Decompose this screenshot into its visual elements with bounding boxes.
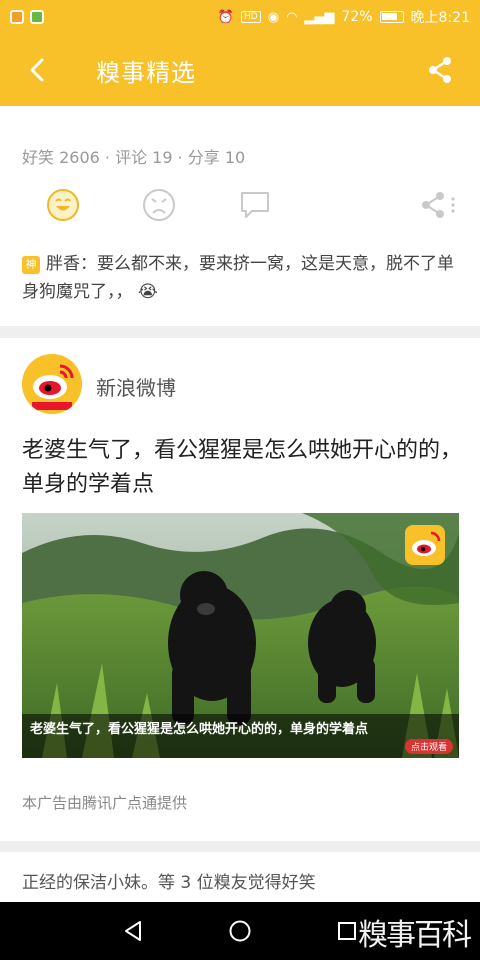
ad-provider-note: 本广告由腾讯广点通提供 bbox=[22, 794, 188, 812]
ad-watch-button[interactable]: 点击观看 bbox=[404, 739, 453, 754]
back-button[interactable] bbox=[0, 34, 76, 106]
qiushibaike-watermark: 糗事百科 bbox=[358, 918, 472, 953]
share-button[interactable] bbox=[400, 34, 480, 106]
comment-icon bbox=[241, 192, 269, 218]
hd-icon: HD bbox=[241, 11, 261, 23]
home-circle-icon bbox=[229, 920, 251, 942]
next-post-text: 正经的保洁小妹。等 3 位糗友觉得好笑 bbox=[22, 873, 316, 893]
app-bar: 糗事精选 bbox=[0, 34, 480, 106]
ad-source-name[interactable]: 新浪微博 bbox=[96, 372, 176, 401]
next-post-card[interactable]: 正经的保洁小妹。等 3 位糗友觉得好笑 bbox=[0, 852, 480, 902]
god-comment-text: 胖香：要么都不来，要来挤一窝，这是天意，脱不了单身狗魔咒了，， bbox=[22, 254, 454, 302]
ad-caption-bar: 老婆生气了，看公猩猩是怎么哄她开心的的，单身的学着点 点击观看 bbox=[22, 714, 459, 758]
avatar[interactable] bbox=[22, 354, 82, 414]
crying-emoji-icon: 😭 bbox=[137, 282, 158, 302]
battery-icon bbox=[379, 11, 404, 23]
mini-app-icon bbox=[30, 10, 44, 24]
eye-icon: ◉ bbox=[267, 9, 280, 25]
sad-button[interactable] bbox=[142, 188, 176, 222]
recents-square-icon bbox=[338, 922, 356, 940]
ad-caption-text: 老婆生气了，看公猩猩是怎么哄她开心的的，单身的学着点 bbox=[30, 722, 369, 737]
nav-home-button[interactable] bbox=[225, 916, 255, 946]
signal-icon: ▂▄▆ bbox=[304, 9, 335, 25]
ad-headline[interactable]: 老婆生气了，看公猩猩是怎么哄她开心的的，单身的学着点 bbox=[22, 434, 462, 502]
weibo-logo-icon bbox=[22, 354, 82, 414]
status-bar: ⏰ HD ◉ ◠ ▂▄▆ 72% 晚上8:21 bbox=[0, 0, 480, 34]
ad-weibo-logo-icon bbox=[405, 525, 445, 565]
back-triangle-icon bbox=[125, 921, 141, 941]
laugh-button[interactable] bbox=[46, 188, 80, 222]
page-title: 糗事精选 bbox=[96, 58, 196, 87]
alarm-icon: ⏰ bbox=[217, 9, 235, 25]
nav-back-button[interactable] bbox=[118, 916, 148, 946]
battery-level: 72% bbox=[341, 9, 373, 25]
post-stats: 好笑 2606 · 评论 19 · 分享 10 bbox=[22, 148, 246, 167]
god-comment-badge: 神 bbox=[22, 256, 40, 274]
clock: 晚上8:21 bbox=[410, 10, 470, 26]
sad-icon bbox=[143, 189, 175, 221]
post-card: 好笑 2606 · 评论 19 · 分享 10 神 胖香：要么都不来，要来挤一窝… bbox=[0, 106, 480, 326]
back-arrow-icon bbox=[30, 58, 44, 82]
ad-image[interactable]: 老婆生气了，看公猩猩是怎么哄她开心的的，单身的学着点 点击观看 bbox=[22, 513, 459, 758]
wifi-icon: ◠ bbox=[286, 9, 298, 25]
video-app-icon bbox=[10, 10, 24, 24]
comment-button[interactable] bbox=[238, 188, 272, 222]
system-nav-bar: 糗事百科 bbox=[0, 902, 480, 960]
ad-card[interactable]: 新浪微博 老婆生气了，看公猩猩是怎么哄她开心的的，单身的学着点 老婆生气了，看公… bbox=[0, 338, 480, 841]
god-comment[interactable]: 神胖香：要么都不来，要来挤一窝，这是天意，脱不了单身狗魔咒了，， 😭 bbox=[22, 250, 462, 306]
laugh-icon bbox=[47, 189, 79, 221]
share-icon bbox=[429, 57, 451, 83]
share-more-button[interactable] bbox=[416, 188, 460, 222]
share-more-icon bbox=[422, 192, 455, 218]
